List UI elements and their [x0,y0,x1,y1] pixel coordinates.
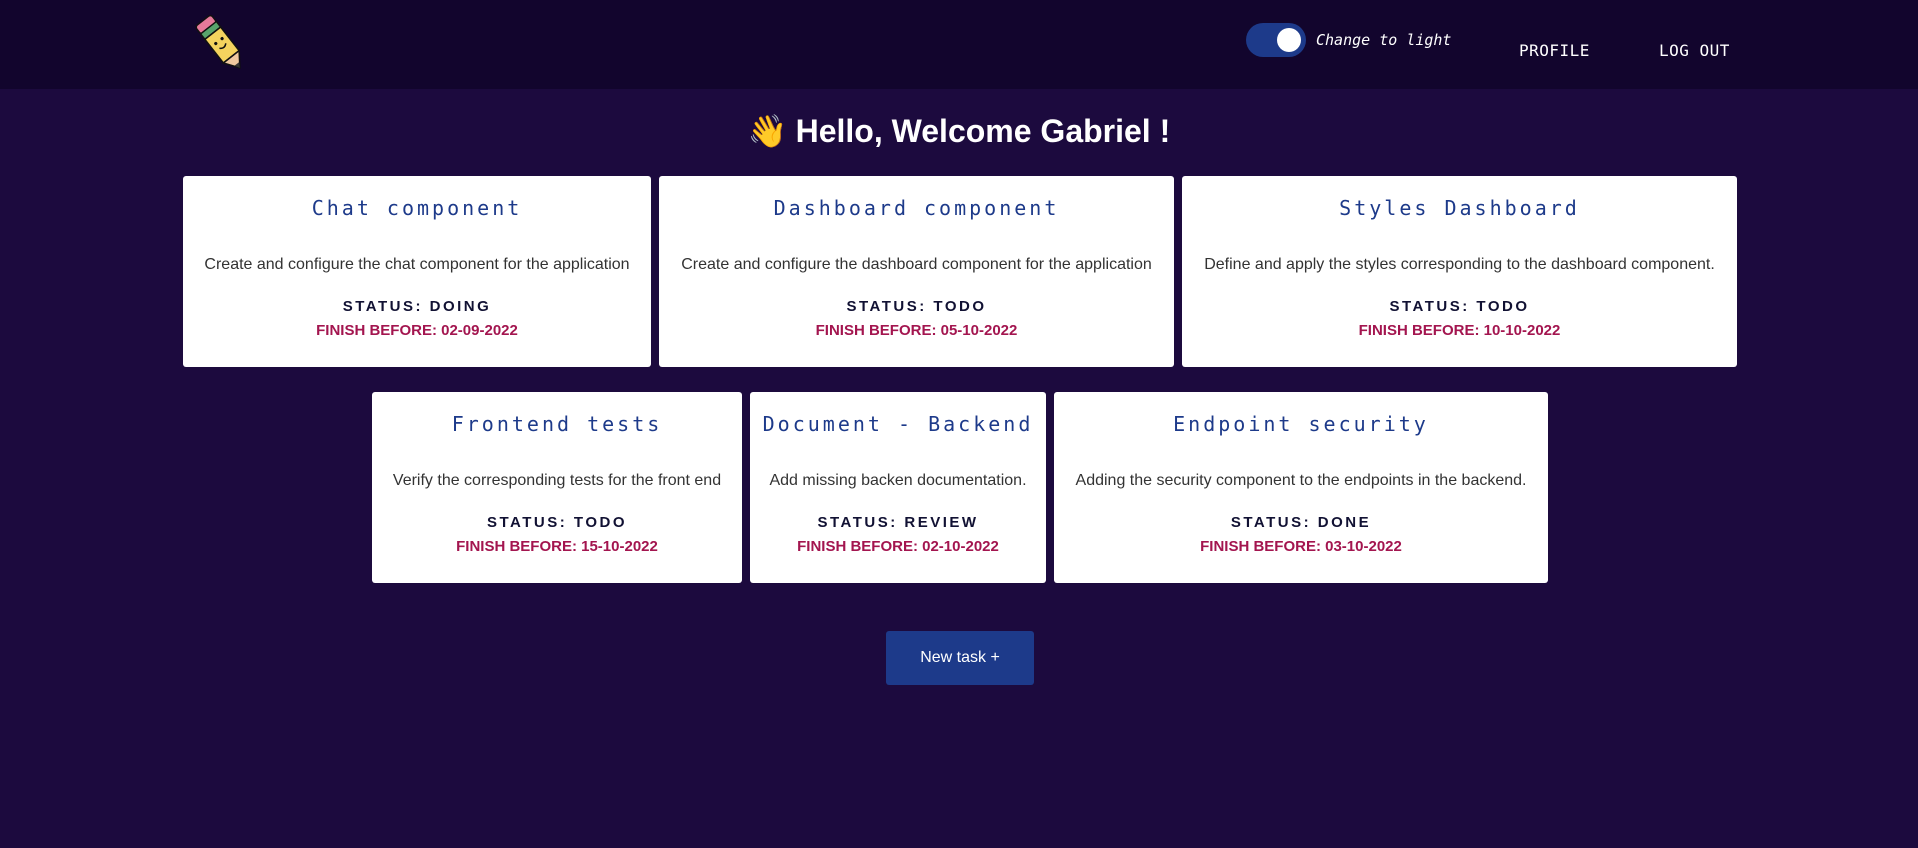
theme-toggle-label: Change to light [1316,31,1452,49]
task-description: Adding the security component to the end… [1075,472,1527,489]
welcome-text: Hello, Welcome Gabriel ! [795,113,1171,149]
task-status: STATUS: TODO [487,514,627,531]
nav-logout-link[interactable]: LOG OUT [1659,41,1730,60]
task-deadline: FINISH BEFORE: 02-09-2022 [316,322,518,339]
nav-profile-link[interactable]: PROFILE [1519,41,1590,60]
task-description: Create and configure the dashboard compo… [681,256,1152,273]
task-card[interactable]: Dashboard component Create and configure… [659,176,1174,367]
task-deadline: FINISH BEFORE: 10-10-2022 [1358,322,1561,339]
task-description: Verify the corresponding tests for the f… [392,472,722,489]
task-description: Add missing backen documentation. [769,472,1027,489]
task-card[interactable]: Styles Dashboard Define and apply the st… [1182,176,1737,367]
task-title: Frontend tests [451,412,663,436]
task-status: STATUS: DOING [342,298,492,315]
task-description: Define and apply the styles correspondin… [1204,256,1715,273]
pencil-icon[interactable] [190,10,254,80]
task-title: Chat component [311,196,523,220]
top-navbar: Change to light PROFILE LOG OUT [0,0,1918,89]
task-card[interactable]: Document - Backend Add missing backen do… [750,392,1046,583]
task-status: STATUS: TODO [1389,298,1530,315]
task-deadline: FINISH BEFORE: 05-10-2022 [815,322,1018,339]
toggle-knob [1277,28,1301,52]
waving-hand-icon: 👋 [747,113,788,149]
task-title: Document - Backend [762,412,1034,436]
task-status: STATUS: REVIEW [817,514,979,531]
theme-toggle[interactable] [1246,23,1306,57]
task-deadline: FINISH BEFORE: 15-10-2022 [456,538,658,555]
task-status: STATUS: DONE [1230,514,1372,531]
new-task-button[interactable]: New task + [886,631,1034,685]
task-description: Create and configure the chat component … [204,256,630,273]
task-card[interactable]: Frontend tests Verify the corresponding … [372,392,742,583]
task-deadline: FINISH BEFORE: 03-10-2022 [1200,538,1402,555]
task-deadline: FINISH BEFORE: 02-10-2022 [797,538,999,555]
task-title: Endpoint security [1173,412,1429,436]
task-card[interactable]: Endpoint security Adding the security co… [1054,392,1548,583]
task-status: STATUS: TODO [846,298,987,315]
task-title: Styles Dashboard [1339,196,1580,220]
welcome-heading: 👋 Hello, Welcome Gabriel ! [0,112,1918,150]
task-card[interactable]: Chat component Create and configure the … [183,176,651,367]
task-title: Dashboard component [773,196,1060,220]
